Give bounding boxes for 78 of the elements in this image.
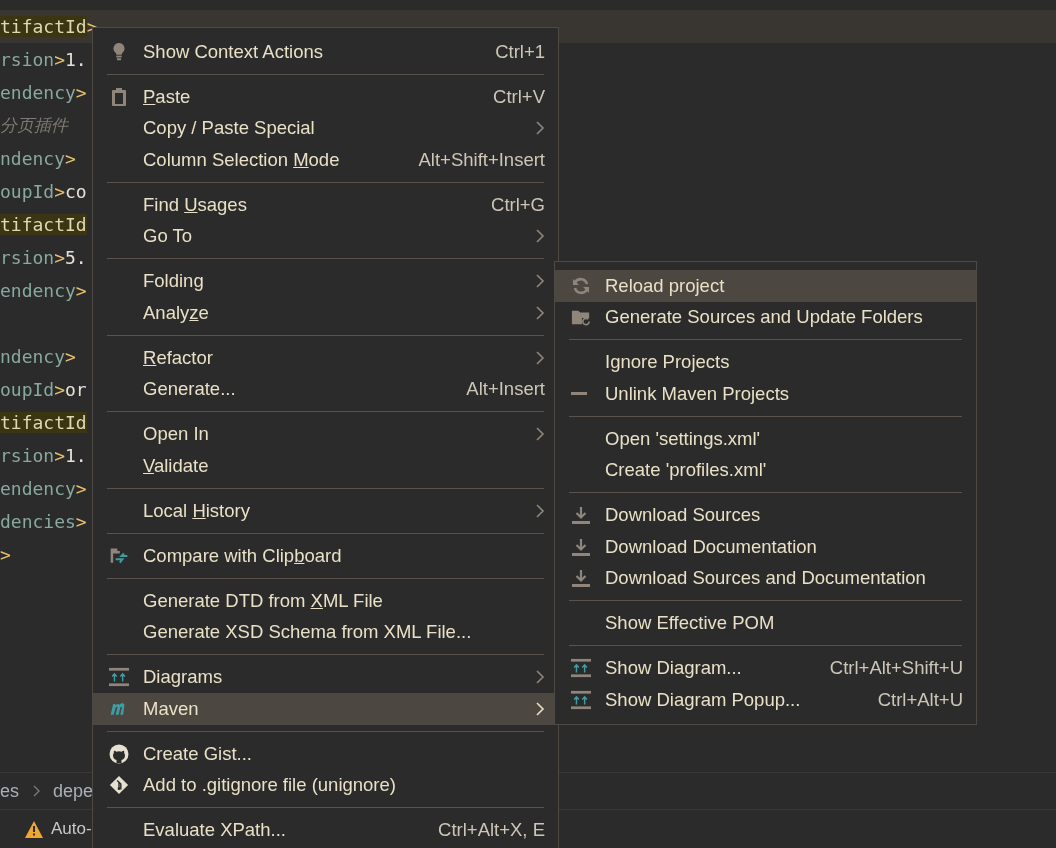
- menu-item[interactable]: Analyze: [93, 297, 558, 329]
- menu-item[interactable]: Folding: [93, 265, 558, 297]
- code-line: dencies>: [0, 511, 87, 532]
- minus-icon: [571, 392, 587, 396]
- menu-item[interactable]: Show Diagram Popup... Ctrl+Alt+U: [555, 684, 976, 716]
- menu-item[interactable]: Open 'settings.xml': [555, 423, 976, 455]
- menu-item[interactable]: Open In: [93, 418, 558, 450]
- shortcut-label: Ctrl+Alt+U: [877, 688, 963, 711]
- menu-item[interactable]: Create Gist...: [93, 738, 558, 770]
- menu-item[interactable]: Show Diagram... Ctrl+Alt+Shift+U: [555, 652, 976, 684]
- menu-item[interactable]: Generate XSD Schema from XML File...: [93, 616, 558, 648]
- shortcut-label: Ctrl+V: [493, 85, 545, 108]
- refresh-icon: [571, 275, 591, 296]
- menu-item[interactable]: Find Usages Ctrl+G: [93, 189, 558, 221]
- diamond-icon: [109, 775, 129, 796]
- menu-item[interactable]: Copy / Paste Special: [93, 112, 558, 144]
- diagram-icon: [571, 689, 591, 710]
- menu-item[interactable]: Generate... Alt+Insert: [93, 373, 558, 405]
- menu-item[interactable]: Compare with Clipboard: [93, 540, 558, 572]
- menu-item[interactable]: Diagrams: [93, 661, 558, 693]
- code-line: rsion>1.: [0, 49, 87, 70]
- chevron-icon: [535, 502, 545, 519]
- chevron-icon: [535, 120, 545, 137]
- download-icon: [571, 505, 591, 526]
- code-line: 分页插件: [0, 114, 68, 137]
- menu-item[interactable]: Download Sources: [555, 499, 976, 531]
- menu-item[interactable]: Paste Ctrl+V: [93, 81, 558, 113]
- clipboard-icon: [109, 86, 129, 107]
- code-line: >: [0, 544, 11, 565]
- code-line: oupId>or: [0, 379, 87, 400]
- diagram-icon: [109, 667, 129, 688]
- code-line: rsion>1.: [0, 445, 87, 466]
- shortcut-label: Alt+Insert: [466, 378, 545, 401]
- chevron-icon: [31, 784, 41, 798]
- menu-item[interactable]: Download Sources and Documentation: [555, 562, 976, 594]
- menu-item[interactable]: Generate Sources and Update Folders: [555, 301, 976, 333]
- chevron-icon: [535, 349, 545, 366]
- shortcut-label: Ctrl+1: [495, 40, 545, 63]
- chevron-icon: [535, 273, 545, 290]
- breadcrumb[interactable]: depe: [53, 780, 94, 802]
- menu-item[interactable]: Ignore Projects: [555, 346, 976, 378]
- cat-logo-icon: [109, 743, 129, 764]
- menu-item[interactable]: Create 'profiles.xml': [555, 454, 976, 486]
- menu-item[interactable]: Generate DTD from XML File: [93, 585, 558, 617]
- code-line: rsion>5.: [0, 247, 87, 268]
- menu-item[interactable]: Validate: [93, 450, 558, 482]
- menu-item[interactable]: Show Context Actions Ctrl+1: [93, 36, 558, 68]
- status-text: Auto-: [51, 819, 92, 839]
- menu-item[interactable]: Go To: [93, 220, 558, 252]
- menu-item[interactable]: Unlink Maven Projects: [555, 378, 976, 410]
- chevron-icon: [535, 669, 545, 686]
- download-icon: [571, 568, 591, 589]
- chevron-icon: [535, 426, 545, 443]
- code-line: ndency>: [0, 148, 76, 169]
- code-line: endency>: [0, 478, 87, 499]
- shortcut-label: Alt+Shift+Insert: [418, 148, 545, 171]
- menu-item[interactable]: Column Selection Mode Alt+Shift+Insert: [93, 144, 558, 176]
- menu-item[interactable]: Add to .gitignore file (unignore): [93, 769, 558, 801]
- diagram-icon: [571, 658, 591, 679]
- code-line: oupId>co: [0, 181, 87, 202]
- shortcut-label: Ctrl+Alt+X, E: [438, 819, 545, 842]
- warning-icon: [25, 820, 43, 838]
- menu-item[interactable]: Evaluate XPath... Ctrl+Alt+X, E: [93, 814, 558, 846]
- menu-item[interactable]: Local History: [93, 495, 558, 527]
- code-line: ndency>: [0, 346, 76, 367]
- menu-item[interactable]: Refactor: [93, 342, 558, 374]
- menu-item[interactable]: Show Effective POM: [555, 607, 976, 639]
- code-line: endency>: [0, 280, 87, 301]
- menu-item[interactable]: Download Documentation: [555, 531, 976, 563]
- menu-item[interactable]: Reload project: [555, 270, 976, 302]
- download-icon: [571, 536, 591, 557]
- chevron-icon: [535, 304, 545, 321]
- shortcut-label: Ctrl+G: [491, 193, 545, 216]
- breadcrumb[interactable]: es: [0, 780, 19, 802]
- shortcut-label: Ctrl+Alt+Shift+U: [829, 657, 963, 680]
- chevron-icon: [535, 700, 545, 717]
- code-line: endency>: [0, 82, 87, 103]
- chevron-icon: [535, 228, 545, 245]
